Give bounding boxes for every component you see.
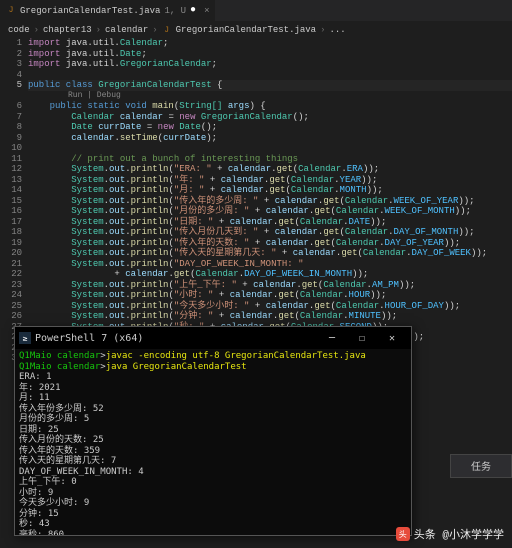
close-button[interactable]: ✕ xyxy=(377,328,407,348)
breadcrumb-item[interactable]: GregorianCalendarTest.java xyxy=(176,25,316,35)
modified-dot-icon: ● xyxy=(190,5,196,16)
close-icon[interactable]: × xyxy=(204,6,209,16)
maximize-button[interactable]: ☐ xyxy=(347,328,377,348)
chevron-right-icon: › xyxy=(96,25,101,35)
attribution-text: 头条 @小沐学学学 xyxy=(414,526,504,542)
task-button[interactable]: 任务 xyxy=(450,454,512,478)
code-editor[interactable]: 1234567891011121314151617181920212223242… xyxy=(0,38,512,364)
java-file-icon: J xyxy=(162,25,172,35)
tab-bar: J GregorianCalendarTest.java 1, U ● × xyxy=(0,0,512,22)
breadcrumb-item[interactable]: code xyxy=(8,25,30,35)
terminal-title: PowerShell 7 (x64) xyxy=(35,333,143,344)
breadcrumb[interactable]: code › chapter13 › calendar › J GregorianCa… xyxy=(0,22,512,38)
breadcrumb-item[interactable]: calendar xyxy=(105,25,148,35)
java-file-icon: J xyxy=(6,6,16,16)
attribution: 头 头条 @小沐学学学 xyxy=(396,526,504,542)
breadcrumb-item[interactable]: ... xyxy=(330,25,346,35)
tab-modified: 1, U xyxy=(164,6,186,16)
editor-tab[interactable]: J GregorianCalendarTest.java 1, U ● × xyxy=(0,0,215,21)
minimize-button[interactable]: ─ xyxy=(317,328,347,348)
powershell-icon: ≥ xyxy=(19,332,31,344)
line-gutter: 1234567891011121314151617181920212223242… xyxy=(0,38,28,364)
chevron-right-icon: › xyxy=(34,25,39,35)
code-area[interactable]: import java.util.Calendar;import java.ut… xyxy=(28,38,512,364)
breadcrumb-item[interactable]: chapter13 xyxy=(43,25,92,35)
chevron-right-icon: › xyxy=(152,25,157,35)
tab-filename: GregorianCalendarTest.java xyxy=(20,6,160,16)
terminal-body[interactable]: Q1Maio calendar>javac -encoding utf-8 Gr… xyxy=(15,349,411,535)
terminal-titlebar[interactable]: ≥ PowerShell 7 (x64) ─ ☐ ✕ xyxy=(15,327,411,349)
terminal-window: ≥ PowerShell 7 (x64) ─ ☐ ✕ Q1Maio calend… xyxy=(14,326,412,536)
toutiao-icon: 头 xyxy=(396,527,410,541)
chevron-right-icon: › xyxy=(320,25,325,35)
